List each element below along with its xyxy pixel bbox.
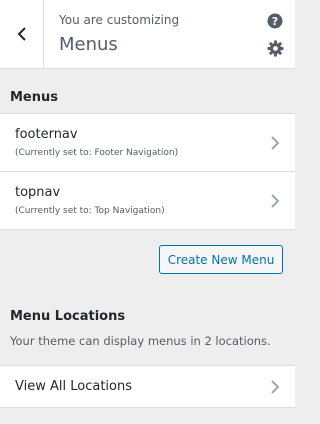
- menu-item-name: footernav: [15, 127, 78, 142]
- back-button[interactable]: [0, 0, 44, 68]
- menus-section-title: Menus: [10, 90, 59, 105]
- menu-locations-description: Your theme can display menus in 2 locati…: [10, 334, 271, 348]
- view-all-locations-label: View All Locations: [15, 379, 132, 394]
- chevron-left-icon: [17, 27, 26, 41]
- chevron-right-icon: [271, 194, 280, 208]
- view-all-locations-item[interactable]: View All Locations: [0, 365, 295, 408]
- chevron-right-icon: [271, 380, 280, 394]
- menu-item-assignment: (Currently set to: Footer Navigation): [15, 148, 179, 158]
- customizer-header: You are customizing Menus ?: [0, 0, 295, 69]
- menu-item-topnav[interactable]: topnav (Currently set to: Top Navigation…: [0, 171, 295, 230]
- panel-title: Menus: [59, 34, 118, 55]
- create-new-menu-button[interactable]: Create New Menu: [159, 245, 283, 274]
- help-icon[interactable]: ?: [267, 13, 283, 29]
- menu-item-name: topnav: [15, 185, 61, 200]
- menu-locations-title: Menu Locations: [10, 309, 126, 324]
- chevron-right-icon: [271, 136, 280, 150]
- customizing-label: You are customizing: [59, 13, 180, 27]
- svg-text:?: ?: [272, 15, 278, 28]
- menu-item-assignment: (Currently set to: Top Navigation): [15, 206, 165, 216]
- gear-icon[interactable]: [267, 40, 284, 57]
- menu-item-footernav[interactable]: footernav (Currently set to: Footer Navi…: [0, 113, 295, 171]
